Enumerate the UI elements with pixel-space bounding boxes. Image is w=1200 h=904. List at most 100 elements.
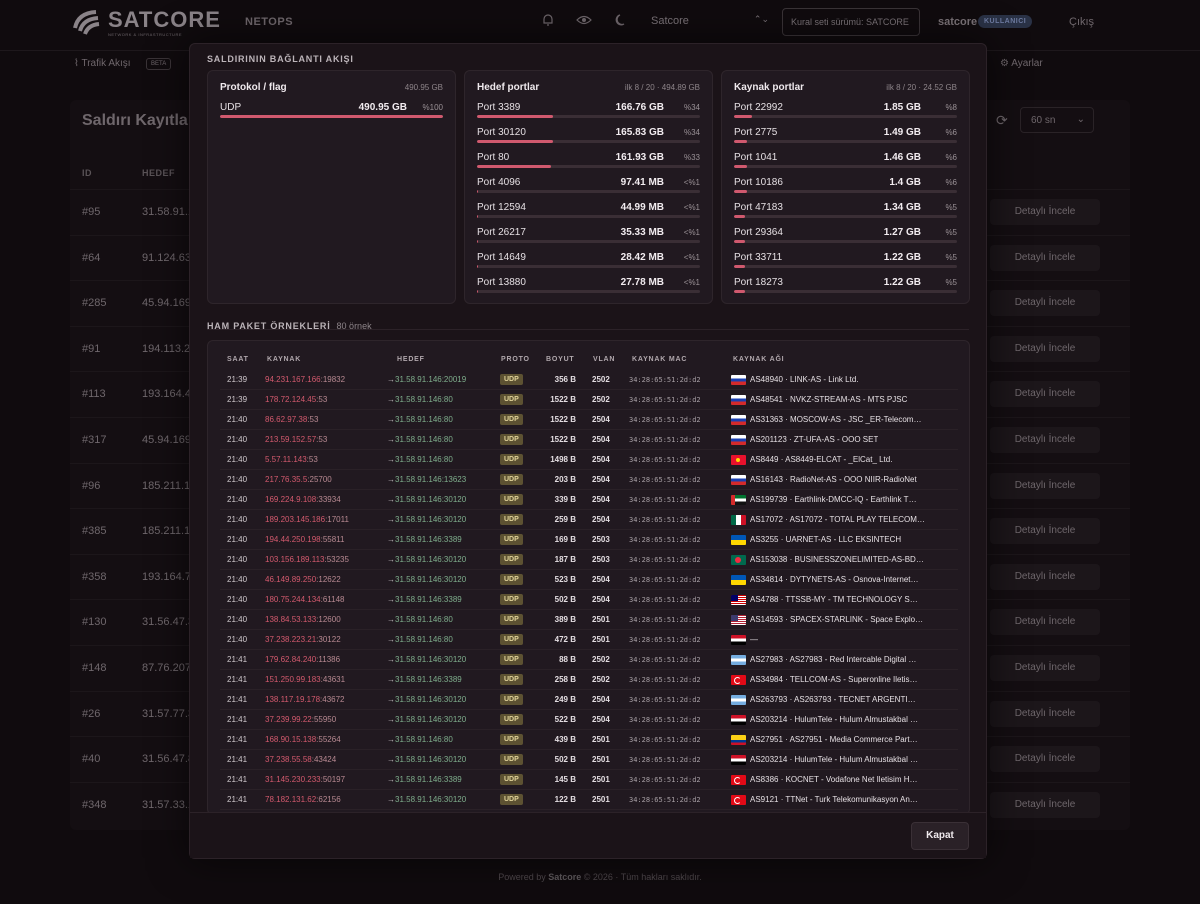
column-header-id[interactable]: ID: [82, 168, 92, 178]
packet-source-ip: 103.156.189.113: [265, 555, 325, 564]
detail-button[interactable]: Detaylı İncele: [990, 427, 1100, 453]
detail-button[interactable]: Detaylı İncele: [990, 518, 1100, 545]
stat-row: Port 22992 1.85 GB %8: [734, 102, 957, 122]
stat-row: Port 80 161.93 GB %33: [477, 152, 700, 172]
detail-button[interactable]: Detaylı İncele: [990, 472, 1100, 499]
brand-logo[interactable]: SATCORE NETWORK & INFRASTRUCTURE: [72, 7, 220, 37]
packet-row[interactable]: 21:40 37.238.223.21:30122 → 31.58.91.146:80…: [220, 630, 958, 650]
packet-source-mac: 34:28:65:51:2d:d2: [629, 696, 701, 704]
section-label[interactable]: NETOPS: [245, 16, 293, 28]
settings-link[interactable]: ⚙ Ayarlar: [1000, 58, 1043, 69]
country-flag-icon: [731, 475, 746, 485]
packet-row[interactable]: 21:40 103.156.189.113:53235 → 31.58.91.146:…: [220, 550, 958, 570]
detail-button[interactable]: Detaylı İncele: [990, 381, 1100, 408]
packet-source-ip: 169.224.9.108: [265, 495, 317, 504]
packet-destination: 31.58.91.146:30120: [395, 715, 467, 724]
refresh-icon[interactable]: ⟳: [996, 112, 1008, 129]
flow-section-title: SALDIRININ BAĞLANTI AKIŞI: [207, 54, 354, 64]
packet-destination: 31.58.91.146:30120: [395, 695, 467, 704]
packet-time: 21:41: [227, 695, 248, 704]
packet-row[interactable]: 21:40 86.62.97.38:53 → 31.58.91.146:80 UDP 15…: [220, 410, 958, 430]
row-id: #96: [82, 479, 101, 492]
packet-time: 21:41: [227, 775, 248, 784]
dest-ports-meta: ilk 8 / 20 · 494.89 GB: [624, 83, 700, 92]
arrow-right-icon: →: [387, 675, 395, 684]
packet-source-network: AS31363 · MOSCOW-AS - JSC _ER-Telecom…: [750, 415, 922, 424]
column-header-target[interactable]: HEDEF: [142, 168, 175, 178]
refresh-interval-select[interactable]: 60 sn ⌄: [1020, 107, 1094, 133]
packet-row[interactable]: 21:40 189.203.145.186:17011 → 31.58.91.146:…: [220, 510, 958, 530]
packet-time: 21:40: [227, 455, 248, 464]
row-target-ip: 31.57.77.3: [142, 707, 194, 720]
packet-row[interactable]: 21:41 37.238.55.58:43424 → 31.58.91.146:301…: [220, 750, 958, 770]
packet-row[interactable]: 21:40 46.149.89.250:12622 → 31.58.91.146:30…: [220, 570, 958, 590]
close-button[interactable]: Kapat: [911, 822, 969, 850]
packet-source: 138.117.19.178:43672: [265, 695, 344, 704]
settings-label: Ayarlar: [1011, 58, 1043, 69]
packet-size: 187 B: [554, 555, 576, 564]
packet-row[interactable]: 21:41 168.90.15.138:55264 → 31.58.91.146:80…: [220, 730, 958, 750]
packet-source: 86.62.97.38:53: [265, 415, 318, 424]
packet-vlan: 2504: [592, 495, 610, 504]
packet-row[interactable]: 21:39 178.72.124.45:53 → 31.58.91.146:80 UDP…: [220, 390, 958, 410]
detail-button[interactable]: Detaylı İncele: [990, 609, 1100, 636]
packet-size: 356 B: [554, 375, 576, 384]
eye-icon[interactable]: [576, 13, 592, 29]
detail-button[interactable]: Detaylı İncele: [990, 700, 1100, 727]
packet-source-ip: 217.76.35.5: [265, 475, 308, 484]
packet-samples-table[interactable]: SAAT KAYNAK HEDEF PROTO BOYUT VLAN KAYNA…: [207, 340, 970, 815]
stat-label: Port 33711: [734, 252, 783, 263]
stat-label: Port 29364: [734, 227, 783, 238]
packet-row[interactable]: 21:40 180.75.244.134:61148 → 31.58.91.146:3…: [220, 590, 958, 610]
stat-percent: %34: [683, 103, 700, 112]
detail-button[interactable]: Detaylı İncele: [990, 290, 1100, 317]
detail-button[interactable]: Detaylı İncele: [990, 746, 1100, 773]
moon-icon[interactable]: [613, 13, 629, 29]
country-flag-icon: [731, 375, 746, 385]
detail-button[interactable]: Detaylı İncele: [990, 244, 1100, 271]
packet-row[interactable]: 21:39 94.231.167.166:19832 → 31.58.91.146:2…: [220, 370, 958, 390]
stat-label: Port 2775: [734, 127, 778, 138]
country-flag-icon: [731, 735, 746, 745]
detail-button[interactable]: Detaylı İncele: [990, 791, 1100, 818]
packet-vlan: 2502: [592, 375, 610, 384]
packet-row[interactable]: 21:40 217.76.35.5:25700 → 31.58.91.146:1362…: [220, 470, 958, 490]
packet-vlan: 2504: [592, 435, 610, 444]
packet-row[interactable]: 21:40 194.44.250.198:55811 → 31.58.91.146:3…: [220, 530, 958, 550]
packet-row[interactable]: 21:41 179.62.84.240:11386 → 31.58.91.146:30…: [220, 650, 958, 670]
stat-bar-track: [734, 190, 957, 193]
stat-row: Port 12594 44.99 MB <%1: [477, 202, 700, 222]
bell-icon[interactable]: [540, 13, 556, 29]
packet-source-network: AS199739 · Earthlink-DMCC-IQ - Earthlink…: [750, 495, 917, 504]
traffic-flow-link[interactable]: ⌇ Trafik Akışı: [74, 58, 131, 69]
packet-row[interactable]: 21:40 138.84.53.133:12600 → 31.58.91.146:80…: [220, 610, 958, 630]
packet-source-mac: 34:28:65:51:2d:d2: [629, 656, 701, 664]
packet-row[interactable]: 21:41 151.250.99.183:43631 → 31.58.91.146:3…: [220, 670, 958, 690]
packet-row[interactable]: 21:41 37.239.99.22:55950 → 31.58.91.146:301…: [220, 710, 958, 730]
packet-source-ip: 179.62.84.240: [265, 655, 317, 664]
packet-row[interactable]: 21:40 169.224.9.108:33934 → 31.58.91.146:30…: [220, 490, 958, 510]
stat-row: Port 18273 1.22 GB %5: [734, 277, 957, 297]
detail-button[interactable]: Detaylı İncele: [990, 563, 1100, 590]
detail-button[interactable]: Detaylı İncele: [990, 655, 1100, 681]
stat-bar-fill: [734, 165, 748, 168]
stat-row: UDP 490.95 GB %100: [220, 102, 443, 122]
packet-row[interactable]: 21:41 78.182.131.62:62156 → 31.58.91.146:30…: [220, 790, 958, 810]
packet-source-network: AS34814 · DYTYNETS-AS - Osnova-Internet…: [750, 575, 919, 584]
packet-source-ip: 189.203.145.186: [265, 515, 326, 524]
stat-label: Port 3389: [477, 102, 521, 113]
packet-row[interactable]: 21:40 5.57.11.143:53 → 31.58.91.146:80 UDP 14…: [220, 450, 958, 470]
detail-button[interactable]: Detaylı İncele: [990, 199, 1100, 225]
col-source-mac: KAYNAK MAC: [632, 356, 688, 363]
stat-row: Port 2775 1.49 GB %6: [734, 127, 957, 147]
arrow-right-icon: →: [387, 795, 395, 804]
packets-title: HAM PAKET ÖRNEKLERİ: [207, 321, 331, 331]
detail-button[interactable]: Detaylı İncele: [990, 335, 1100, 362]
logout-button[interactable]: Çıkış: [1069, 16, 1094, 28]
tenant-select[interactable]: Satcore ⌃⌄: [645, 8, 775, 36]
packet-row[interactable]: 21:41 31.145.230.233:50197 → 31.58.91.146:3…: [220, 770, 958, 790]
packet-row[interactable]: 21:40 213.59.152.57:53 → 31.58.91.146:80 UDP…: [220, 430, 958, 450]
col-destination: HEDEF: [397, 356, 425, 363]
packet-source-network: AS48940 · LINK-AS - Link Ltd.: [750, 375, 859, 384]
packet-row[interactable]: 21:41 138.117.19.178:43672 → 31.58.91.146:3…: [220, 690, 958, 710]
